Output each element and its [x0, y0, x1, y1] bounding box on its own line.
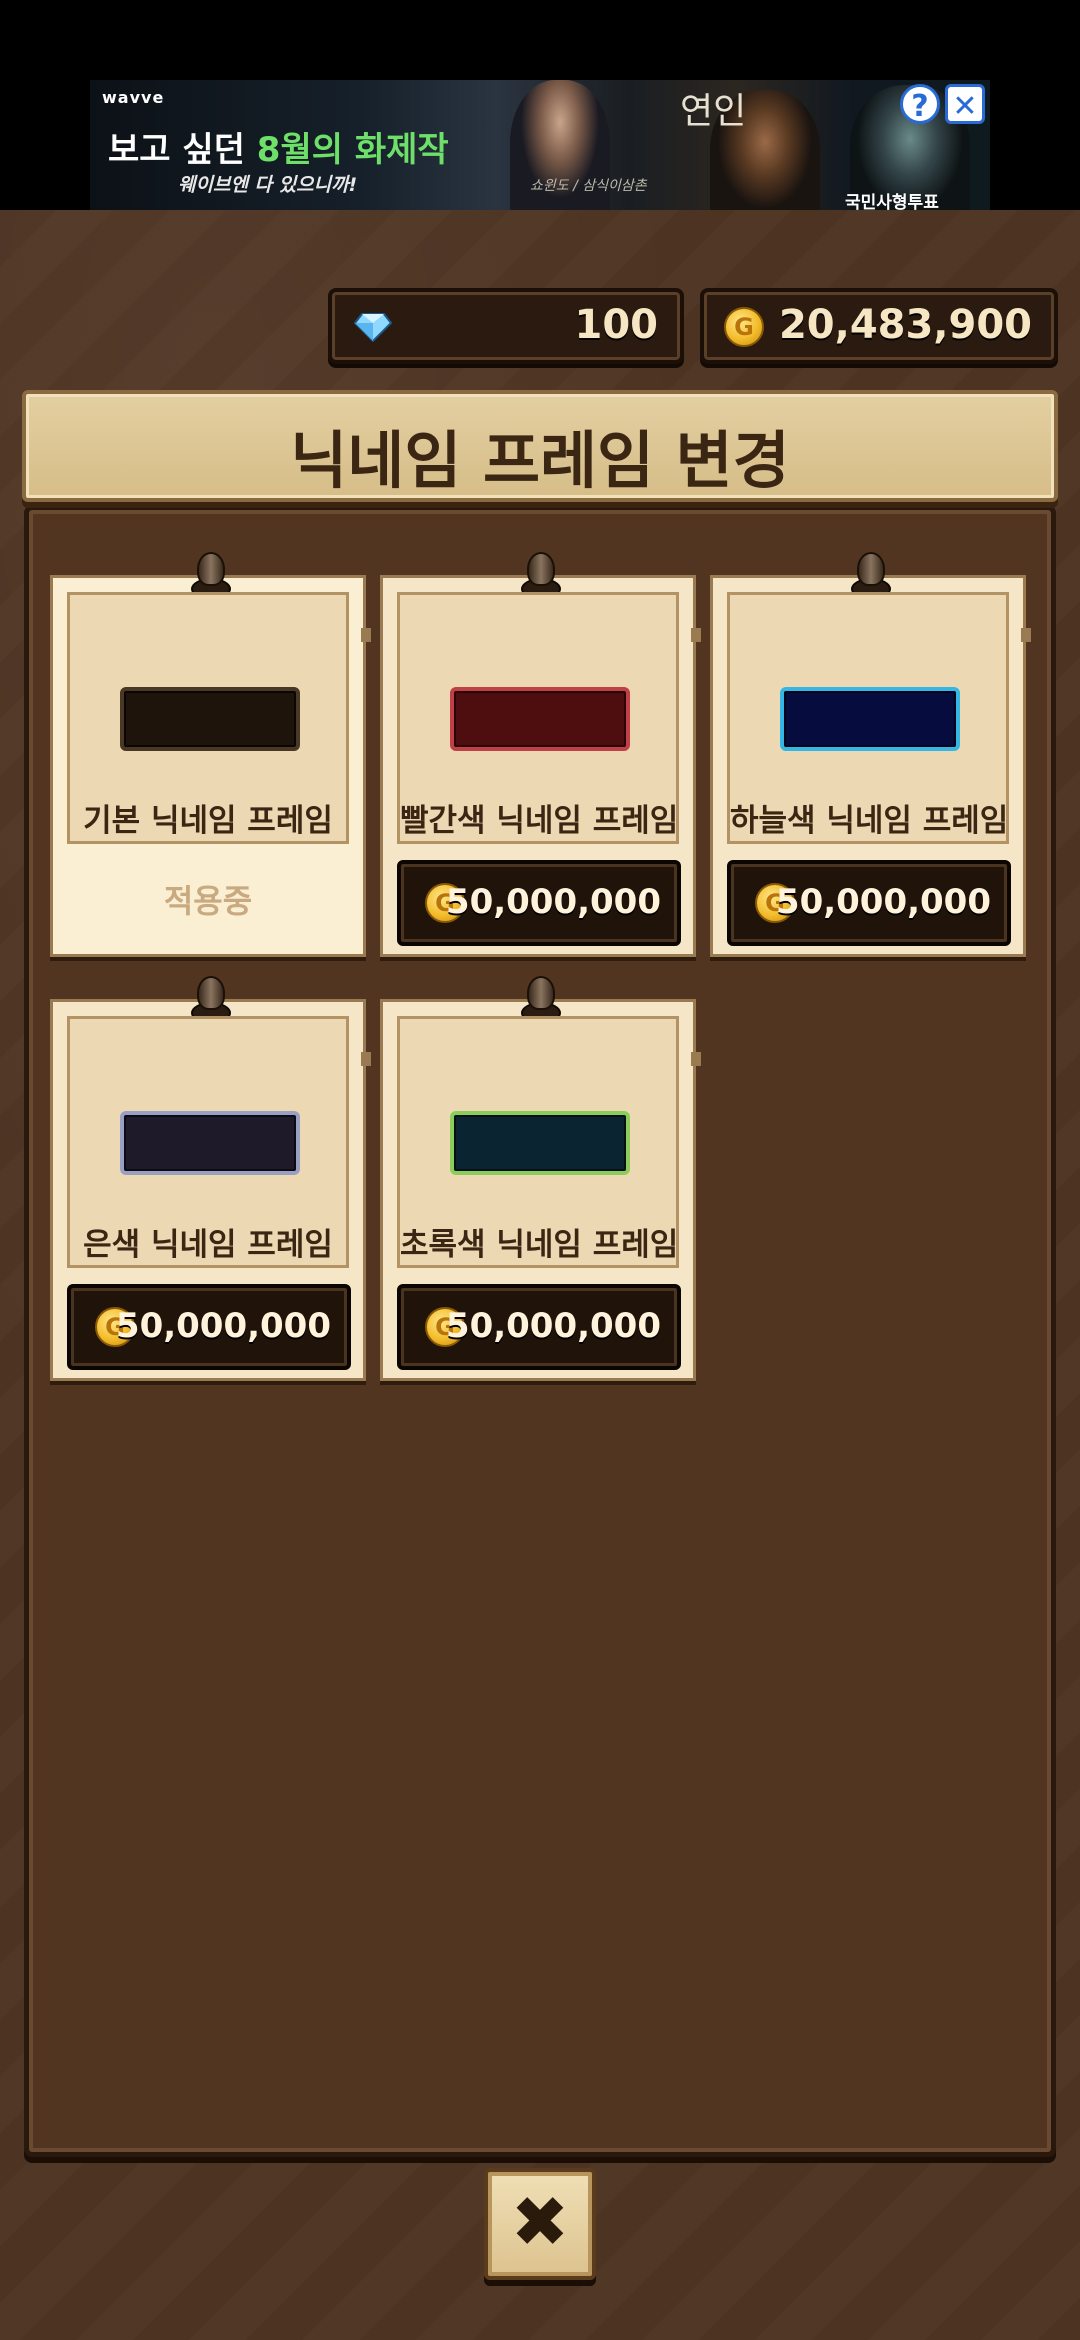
price-value: 50,000,000	[775, 882, 991, 922]
panel-title-banner: 닉네임 프레임 변경	[22, 390, 1058, 502]
close-button[interactable]: ✖	[484, 2168, 596, 2280]
buy-button[interactable]: G 50,000,000	[397, 860, 681, 946]
frame-preview: 빨간색 닉네임 프레임	[397, 592, 679, 844]
frame-card-default[interactable]: 기본 닉네임 프레임 적용중	[50, 552, 371, 957]
ad-close-icon[interactable]: ✕	[945, 84, 985, 124]
frame-preview: 은색 닉네임 프레임	[67, 1016, 349, 1268]
gem-count: 100	[574, 302, 659, 348]
buy-button[interactable]: G 50,000,000	[67, 1284, 351, 1370]
frame-card-red[interactable]: 빨간색 닉네임 프레임 G 50,000,000	[380, 552, 701, 957]
page-title: 닉네임 프레임 변경	[290, 424, 790, 497]
frame-swatch	[120, 687, 300, 751]
price-value: 50,000,000	[445, 1306, 661, 1346]
price-value: 50,000,000	[115, 1306, 331, 1346]
frame-preview: 초록색 닉네임 프레임	[397, 1016, 679, 1268]
frame-label: 은색 닉네임 프레임	[83, 1227, 333, 1263]
ad-actor-image	[510, 80, 610, 220]
gold-coin-icon: G	[724, 307, 764, 347]
frame-label: 하늘색 닉네임 프레임	[730, 803, 1009, 839]
buy-button[interactable]: G 50,000,000	[397, 1284, 681, 1370]
ad-show-title: 연인	[680, 91, 747, 132]
price-value: 50,000,000	[445, 882, 661, 922]
applied-status: 적용중	[163, 882, 253, 920]
ad-subline: 웨이브엔 다 있으니까!	[178, 174, 358, 196]
frame-label: 빨간색 닉네임 프레임	[400, 803, 679, 839]
frame-swatch	[450, 1111, 630, 1175]
frame-preview: 하늘색 닉네임 프레임	[727, 592, 1009, 844]
gem-balance: 100	[328, 288, 684, 364]
gold-count: 20,483,900	[778, 302, 1032, 348]
frame-label: 초록색 닉네임 프레임	[400, 1227, 679, 1263]
ad-help-icon[interactable]: ?	[900, 84, 940, 124]
ad-credit: 쇼윈도 / 삼식이삼촌	[530, 178, 647, 194]
frame-swatch	[780, 687, 960, 751]
buy-button[interactable]: G 50,000,000	[727, 860, 1011, 946]
ad-brand: wavve	[102, 88, 165, 107]
close-icon: ✖	[510, 2181, 570, 2263]
frame-card-sky-blue[interactable]: 하늘색 닉네임 프레임 G 50,000,000	[710, 552, 1031, 957]
frame-swatch	[450, 687, 630, 751]
frame-swatch	[120, 1111, 300, 1175]
frame-card-green[interactable]: 초록색 닉네임 프레임 G 50,000,000	[380, 976, 701, 1381]
ad-headline: 보고 싶던 8월의 화제작	[108, 130, 449, 170]
frame-card-silver[interactable]: 은색 닉네임 프레임 G 50,000,000	[50, 976, 371, 1381]
ad-banner[interactable]: wavve 보고 싶던 8월의 화제작 웨이브엔 다 있으니까! 연인 쇼윈도 …	[90, 80, 990, 220]
frame-preview: 기본 닉네임 프레임	[67, 592, 349, 844]
diamond-icon	[354, 313, 392, 342]
gold-balance: G 20,483,900	[700, 288, 1058, 364]
frame-label: 기본 닉네임 프레임	[83, 803, 333, 839]
